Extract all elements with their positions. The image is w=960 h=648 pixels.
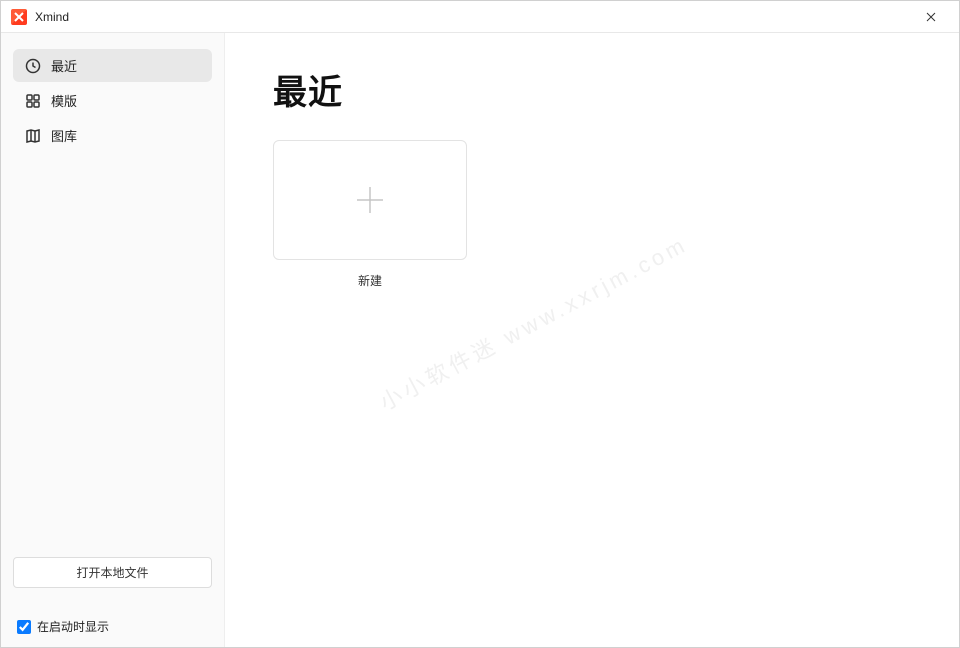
grid-icon — [25, 93, 41, 109]
main-content: 最近 新建 小小软件迷 www.xxrjm.com — [225, 33, 959, 647]
close-button[interactable] — [913, 3, 949, 31]
sidebar-item-label: 图库 — [51, 126, 77, 145]
startup-checkbox-row[interactable]: 在启动时显示 — [13, 618, 212, 635]
plus-icon — [353, 183, 387, 217]
clock-icon — [25, 58, 41, 74]
app-title: Xmind — [35, 10, 69, 24]
page-title: 最近 — [273, 65, 911, 114]
sidebar: 最近 模版 图库 打开本地文件 在启动时显示 — [1, 33, 225, 647]
sidebar-item-label: 模版 — [51, 91, 77, 110]
new-document-card[interactable] — [273, 140, 467, 260]
new-card-container: 新建 — [273, 140, 467, 289]
sidebar-item-recent[interactable]: 最近 — [13, 49, 212, 82]
app-icon — [11, 9, 27, 25]
map-icon — [25, 128, 41, 144]
sidebar-item-templates[interactable]: 模版 — [13, 84, 212, 117]
new-card-label: 新建 — [358, 272, 382, 289]
nav-list: 最近 模版 图库 — [13, 49, 212, 154]
startup-checkbox[interactable] — [17, 620, 31, 634]
sidebar-item-label: 最近 — [51, 56, 77, 75]
sidebar-item-gallery[interactable]: 图库 — [13, 119, 212, 152]
card-grid: 新建 — [273, 140, 911, 289]
open-local-file-button[interactable]: 打开本地文件 — [13, 557, 212, 588]
startup-checkbox-label: 在启动时显示 — [37, 618, 109, 635]
titlebar: Xmind — [1, 1, 959, 33]
